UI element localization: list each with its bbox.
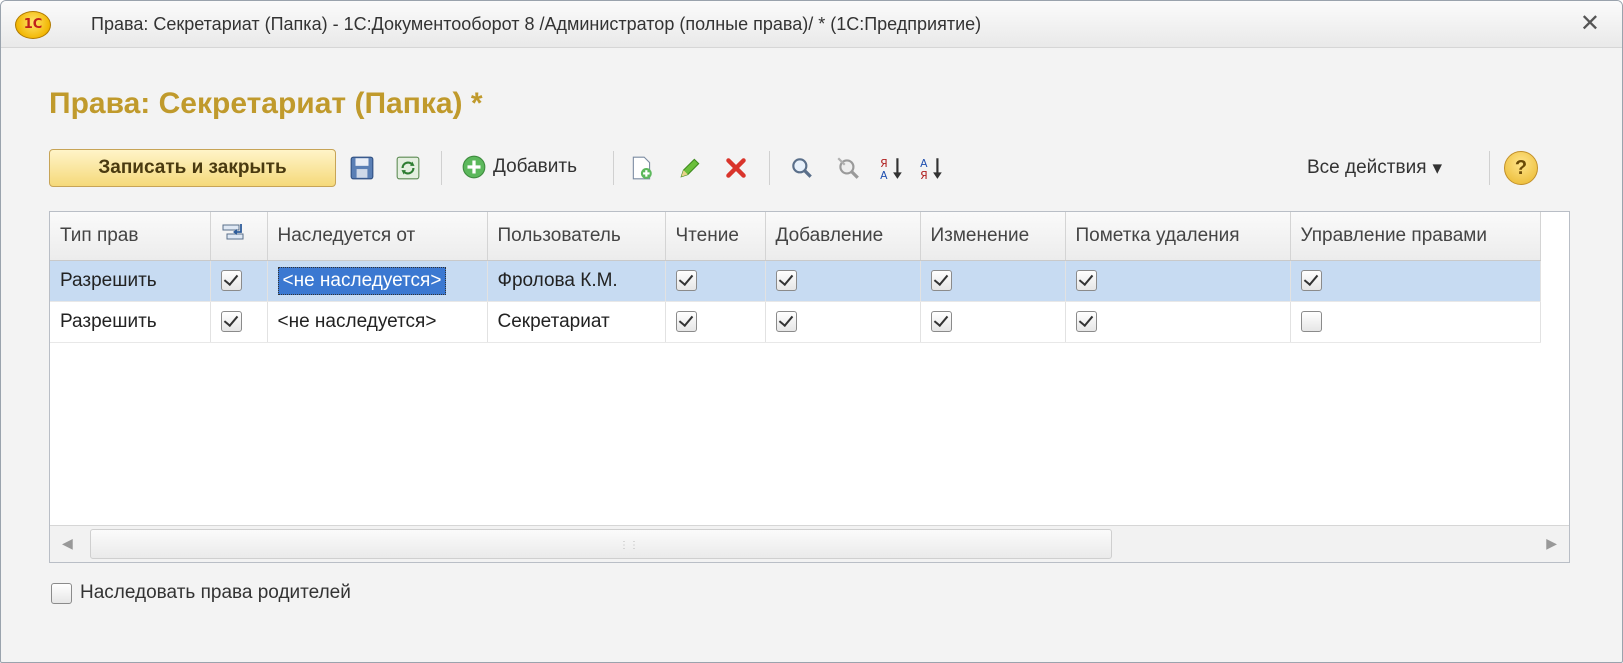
chevron-down-icon: ▾: [1432, 157, 1443, 179]
cell-manage-rights[interactable]: [1290, 301, 1541, 343]
rights-table-grid: Тип прав Наследуется от Пользователь Чте…: [50, 212, 1541, 343]
cell-add[interactable]: [765, 301, 921, 343]
rights-table[interactable]: Тип прав Наследуется от Пользователь Чте…: [49, 211, 1570, 563]
cell-user[interactable]: Фролова К.М.: [487, 260, 666, 302]
cell-read[interactable]: [665, 260, 766, 302]
add-icon: [462, 155, 486, 179]
inherit-parent-rights-checkbox[interactable]: Наследовать права родителей: [51, 582, 351, 604]
sort-desc-icon[interactable]: А Я: [919, 155, 945, 181]
column-header-type[interactable]: Тип прав: [50, 212, 211, 261]
cell-inherited-from[interactable]: <не наследуется>: [267, 260, 488, 302]
scrollbar-grip-icon: ⋮⋮: [619, 540, 639, 551]
scroll-right-icon[interactable]: ▶: [1546, 535, 1557, 552]
app-logo-icon[interactable]: 1С: [15, 11, 51, 39]
help-button[interactable]: ?: [1504, 151, 1538, 185]
cancel-search-icon[interactable]: [835, 155, 861, 181]
cell-inherited-from[interactable]: <не наследуется>: [267, 301, 488, 343]
checkbox[interactable]: [51, 582, 72, 604]
window-title: Права: Секретариат (Папка) - 1С:Документ…: [91, 14, 982, 34]
checkbox[interactable]: [220, 311, 242, 333]
cell-flag[interactable]: [210, 260, 268, 302]
checkbox[interactable]: [1075, 270, 1097, 292]
svg-text:Я: Я: [920, 169, 928, 181]
cell-manage-rights[interactable]: [1290, 260, 1541, 302]
copy-icon[interactable]: [629, 155, 655, 181]
checkbox[interactable]: [775, 270, 797, 292]
table-row[interactable]: Разрешить <не наследуется> Фролова К.М.: [50, 260, 1541, 302]
checkbox[interactable]: [1075, 311, 1097, 333]
cell-user[interactable]: Секретариат: [487, 301, 666, 343]
all-actions-label: Все действия: [1307, 157, 1427, 178]
column-header-read[interactable]: Чтение: [665, 212, 766, 261]
toolbar-separator: [1489, 151, 1490, 185]
column-header-user[interactable]: Пользователь: [487, 212, 666, 261]
save-and-close-button[interactable]: Записать и закрыть: [49, 149, 336, 187]
dialog-window: 1С Права: Секретариат (Папка) - 1С:Докум…: [0, 0, 1623, 663]
checkbox[interactable]: [930, 311, 952, 333]
column-header-inherited-from[interactable]: Наследуется от: [267, 212, 488, 261]
cell-type[interactable]: Разрешить: [50, 301, 211, 343]
column-header-mark-delete[interactable]: Пометка удаления: [1065, 212, 1291, 261]
close-icon[interactable]: ✕: [1580, 9, 1600, 38]
delete-icon[interactable]: [723, 155, 749, 181]
add-button[interactable]: Добавить: [461, 151, 577, 183]
cell-type[interactable]: Разрешить: [50, 260, 211, 302]
cell-edit[interactable]: [920, 260, 1066, 302]
horizontal-scrollbar[interactable]: ◀ ⋮⋮ ▶: [50, 525, 1569, 562]
cell-mark-delete[interactable]: [1065, 301, 1291, 343]
checkbox[interactable]: [675, 311, 697, 333]
inheritance-icon: [222, 224, 243, 240]
cell-read[interactable]: [665, 301, 766, 343]
svg-text:А: А: [880, 169, 888, 181]
edit-icon[interactable]: [677, 155, 703, 181]
cell-flag[interactable]: [210, 301, 268, 343]
all-actions-menu[interactable]: Все действия ▾: [1307, 153, 1442, 183]
add-button-label: Добавить: [493, 156, 577, 177]
table-row[interactable]: Разрешить <не наследуется> Секретариат: [50, 301, 1541, 343]
toolbar: Записать и закрыть Добавить Я А А Я Все …: [49, 147, 1574, 191]
scrollbar-thumb[interactable]: ⋮⋮: [90, 529, 1112, 559]
checkbox[interactable]: [1300, 270, 1322, 292]
toolbar-separator: [613, 151, 614, 185]
inherit-parent-rights-label: Наследовать права родителей: [80, 582, 351, 603]
cell-add[interactable]: [765, 260, 921, 302]
scroll-left-icon[interactable]: ◀: [62, 535, 73, 552]
checkbox[interactable]: [1300, 311, 1322, 333]
checkbox[interactable]: [930, 270, 952, 292]
search-icon[interactable]: [789, 155, 815, 181]
save-icon[interactable]: [349, 155, 375, 181]
column-header-add[interactable]: Добавление: [765, 212, 921, 261]
column-header-manage-rights[interactable]: Управление правами: [1290, 212, 1541, 261]
checkbox[interactable]: [675, 270, 697, 292]
cell-edit[interactable]: [920, 301, 1066, 343]
checkbox[interactable]: [775, 311, 797, 333]
toolbar-separator: [441, 151, 442, 185]
page-title: Права: Секретариат (Папка) *: [49, 87, 483, 120]
refresh-icon[interactable]: [395, 155, 421, 181]
toolbar-separator: [769, 151, 770, 185]
column-header-edit[interactable]: Изменение: [920, 212, 1066, 261]
column-header-inherited-flag[interactable]: [210, 212, 268, 261]
title-bar[interactable]: 1С Права: Секретариат (Папка) - 1С:Докум…: [1, 1, 1622, 48]
cell-mark-delete[interactable]: [1065, 260, 1291, 302]
table-header-row: Тип прав Наследуется от Пользователь Чте…: [50, 212, 1541, 261]
checkbox[interactable]: [220, 270, 242, 292]
sort-asc-icon[interactable]: Я А: [879, 155, 905, 181]
cell-inherited-from-value: <не наследуется>: [277, 267, 447, 295]
